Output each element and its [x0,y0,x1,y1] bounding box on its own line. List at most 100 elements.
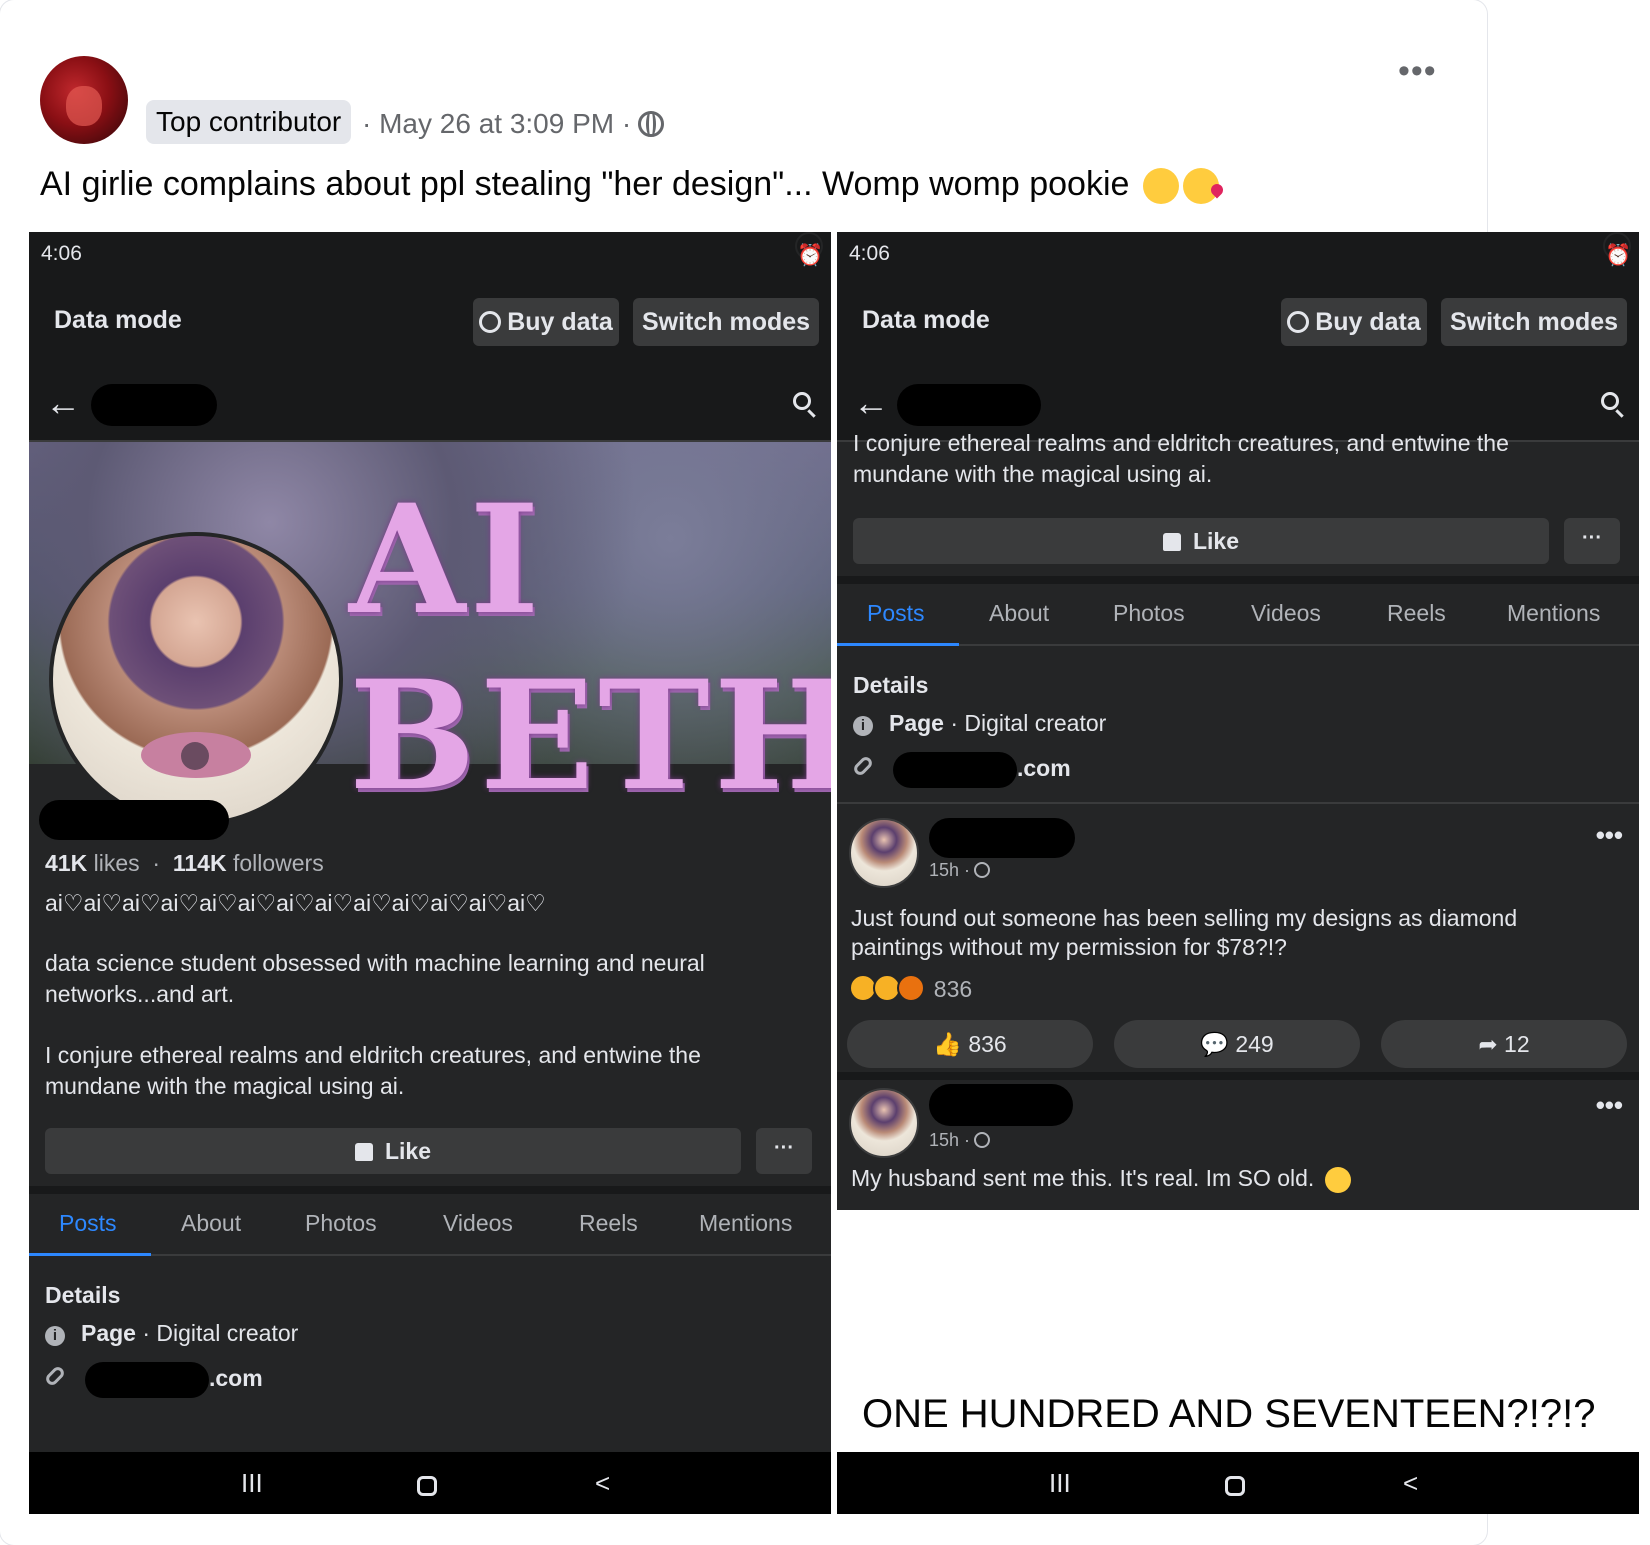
back-button[interactable]: < [1403,1468,1418,1499]
link-suffix: .com [1017,755,1071,782]
status-right: ⏰ 4G .ıll 70% [795,232,831,399]
page-navbar: ← [29,368,831,442]
reaction-count: 836 [933,976,973,1002]
post-share-button[interactable]: ➦ 12 [1381,1020,1627,1068]
reactions-summary[interactable]: 836 [849,974,972,1003]
tab-videos[interactable]: Videos [1251,600,1321,627]
page-category: · Digital creator [950,710,1107,736]
page-more-button[interactable]: ··· [1564,518,1620,564]
pensive-emoji-icon [1142,168,1179,205]
globe-icon [974,1132,991,1148]
post-time-text: 15h · [929,1130,971,1150]
tab-photos[interactable]: Photos [1113,600,1185,627]
post-avatar[interactable] [849,1088,919,1158]
divider [837,802,1639,804]
post-text: Just found out someone has been selling … [851,905,1518,960]
page-stats: 41K likes · 114K followers [45,850,324,876]
tab-videos[interactable]: Videos [443,1210,513,1237]
back-arrow-icon[interactable]: ← [853,382,889,424]
screenshot-left: 4:06 ⏰ 4G .ıll 70% Data mode Buy data Sw… [29,232,831,1514]
home-button[interactable] [1225,1472,1245,1503]
bio-line-1: ai♡ai♡ai♡ai♡ai♡ai♡ai♡ai♡ai♡ai♡ai♡ai♡ai♡ [45,890,546,916]
post-avatar[interactable] [849,818,919,888]
active-tab-indicator [29,1253,151,1256]
link-suffix: .com [209,1365,263,1392]
redacted-link [893,752,1017,788]
likes-count: 41K [45,850,88,876]
search-icon[interactable] [1601,392,1619,410]
redacted-post-author [929,1084,1073,1126]
wifi-icon [479,311,502,333]
post-timestamp[interactable]: · May 26 at 3:09 PM · [362,104,631,144]
post-more-button[interactable]: ••• [1596,820,1623,851]
post-time-text: 15h · [929,860,971,880]
buy-data-label: Buy data [507,308,613,336]
tab-posts[interactable]: Posts [59,1210,117,1237]
page-tabs: Posts About Photos Videos Reels Mentions [837,584,1639,646]
home-button[interactable] [417,1472,437,1503]
author-avatar[interactable] [40,56,128,144]
post-more-button[interactable]: ••• [1596,1090,1623,1121]
status-bar: 4:06 ⏰ 4G .ıll 70% [837,232,1639,399]
switch-modes-button[interactable]: Switch modes [633,298,819,346]
followers-count: 114K [172,850,227,876]
switch-modes-button[interactable]: Switch modes [1441,298,1627,346]
search-icon[interactable] [793,392,811,410]
home-square-icon [1225,1476,1245,1496]
back-button[interactable]: < [595,1468,610,1499]
tab-reels[interactable]: Reels [579,1210,638,1237]
buy-data-button[interactable]: Buy data [473,298,619,346]
bio-line-2: data science student obsessed with machi… [45,950,705,1007]
eye-graphic [141,732,251,778]
cover-title: AI BETH [349,472,831,824]
buy-data-button[interactable]: Buy data [1281,298,1427,346]
redacted-name [91,384,217,426]
comment-count: 249 [1235,1031,1274,1057]
post-like-button[interactable]: 👍 836 [847,1020,1093,1068]
data-mode-bar: Data mode Buy data Switch modes [29,276,831,368]
tab-about[interactable]: About [989,600,1049,627]
recents-button[interactable]: III [241,1468,263,1499]
status-bar: 4:06 ⏰ 4G .ıll 70% [29,232,831,399]
data-mode-label: Data mode [54,306,182,334]
tab-mentions[interactable]: Mentions [1507,600,1600,627]
post-comment-button[interactable]: 💬 249 [1114,1020,1360,1068]
tab-posts[interactable]: Posts [867,600,925,627]
bio-line-3: I conjure ethereal realms and eldritch c… [853,430,1509,487]
like-page-button[interactable]: Like [853,518,1549,564]
redacted-name [897,384,1041,426]
android-nav-bar: III < [837,1452,1639,1514]
home-square-icon [417,1476,437,1496]
back-arrow-icon[interactable]: ← [45,382,81,424]
status-right: ⏰ 4G .ıll 70% [1603,232,1639,399]
details-link[interactable]: .com [43,1362,263,1398]
details-link[interactable]: .com [851,752,1071,788]
page-category: · Digital creator [142,1320,299,1346]
data-mode-bar: Data mode Buy data Switch modes [837,276,1639,368]
like-page-button[interactable]: Like [45,1128,741,1174]
tab-reels[interactable]: Reels [1387,600,1446,627]
link-icon [851,754,875,778]
redacted-page-name [39,800,229,840]
like-label: Like [1192,528,1240,554]
profile-picture[interactable] [49,532,343,826]
post-time: 15h · [929,1130,991,1151]
thumbs-up-icon [354,1143,373,1161]
tab-about[interactable]: About [181,1210,241,1237]
details-heading: Details [45,1282,121,1308]
data-mode-label: Data mode [862,306,990,334]
post-caption: AI girlie complains about ppl stealing "… [40,162,1219,206]
page-more-button[interactable]: ··· [756,1128,812,1174]
recents-button[interactable]: III [1049,1468,1071,1499]
tab-mentions[interactable]: Mentions [699,1210,792,1237]
post-more-button[interactable]: ••• [1398,52,1437,91]
likes-label: likes [93,850,140,876]
thumbs-up-icon [1162,533,1181,551]
divider [837,1072,1639,1080]
post-text-content: My husband sent me this. It's real. Im S… [851,1165,1315,1191]
overlay-caption: ONE HUNDRED AND SEVENTEEN?!?!? [862,1392,1596,1436]
divider [837,576,1639,584]
buy-data-label: Buy data [1315,308,1421,336]
details-category: i Page · Digital creator [45,1320,298,1347]
tab-photos[interactable]: Photos [305,1210,377,1237]
